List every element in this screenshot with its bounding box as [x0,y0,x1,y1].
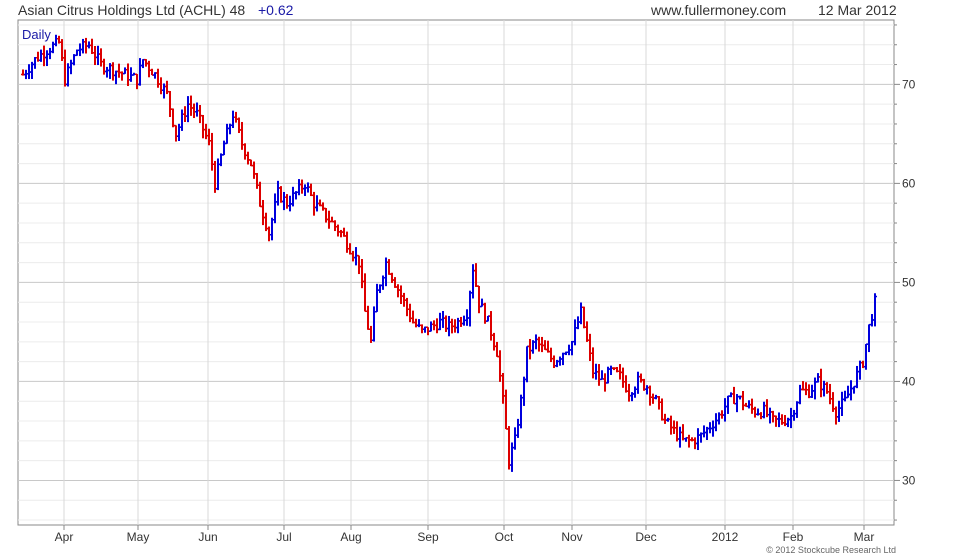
x-axis: Apr May Jun Jul Aug Sep Oct Nov Dec 2012 Feb Mar [55,525,875,544]
plot-frame [17,19,895,526]
y-tick-label: 60 [902,176,916,190]
x-tick-label: Apr [55,530,74,544]
x-tick-label: Mar [854,530,875,544]
x-tick-label: Nov [561,530,582,544]
y-tick-label: 30 [902,473,916,487]
copyright-notice: © 2012 Stockcube Research Ltd [766,545,896,555]
x-tick-label: Dec [635,530,656,544]
x-tick-label: 2012 [712,530,739,544]
period-label: Daily [22,27,51,42]
x-tick-label: Aug [340,530,361,544]
y-tick-label: 70 [902,77,916,91]
x-tick-label: Jul [276,530,291,544]
y-tick-label: 40 [902,374,916,388]
x-tick-label: Jun [198,530,217,544]
price-chart: 30 40 50 60 70 Apr May Jun Jul Aug Sep Oct Nov Dec 20… [17,19,916,544]
x-tick-label: Sep [417,530,439,544]
y-axis: 30 40 50 60 70 [894,24,916,521]
x-tick-label: Oct [495,530,514,544]
y-tick-label: 50 [902,275,916,289]
x-tick-label: Feb [783,530,804,544]
x-tick-label: May [127,530,150,544]
